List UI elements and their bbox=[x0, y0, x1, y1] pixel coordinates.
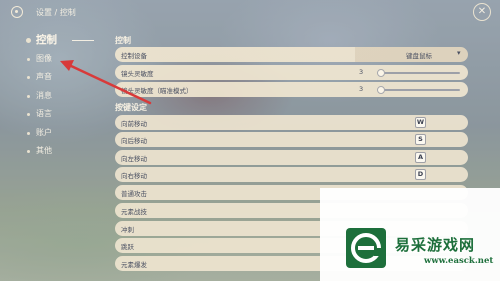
bullet-icon bbox=[26, 38, 31, 43]
camera-sensitivity-slider[interactable] bbox=[377, 69, 460, 77]
bullet-icon bbox=[27, 57, 30, 61]
sidebar-item-account[interactable]: 账户 bbox=[24, 124, 114, 143]
keybind-key[interactable]: D bbox=[415, 169, 426, 180]
camera-sensitivity-aim-row: 镜头灵敏度（瞄准模式） 3 bbox=[115, 82, 468, 97]
bullet-icon bbox=[27, 113, 30, 116]
camera-sensitivity-value: 3 bbox=[359, 68, 364, 76]
keybind-row[interactable]: 向前移动 W bbox=[115, 115, 468, 130]
watermark-name: 易采游戏网 bbox=[395, 236, 476, 254]
slider-knob[interactable] bbox=[377, 69, 385, 77]
breadcrumb: 设置 / 控制 bbox=[36, 8, 76, 17]
keybind-row[interactable]: 向左移动 A bbox=[115, 150, 468, 165]
camera-sensitivity-aim-label: 镜头灵敏度（瞄准模式） bbox=[121, 87, 193, 95]
keybind-label: 冲刺 bbox=[121, 226, 134, 234]
keybind-key[interactable]: A bbox=[415, 152, 426, 163]
bullet-icon bbox=[27, 76, 30, 79]
sidebar-item-label: 声音 bbox=[36, 72, 52, 81]
sidebar-item-graphics[interactable]: 图像 bbox=[24, 50, 114, 69]
section-title-keybindings: 按键设定 bbox=[115, 103, 147, 112]
sidebar-item-label: 账户 bbox=[36, 127, 52, 137]
keybind-key[interactable]: W bbox=[415, 117, 426, 128]
keybind-label: 元素战技 bbox=[121, 208, 147, 216]
slider-knob[interactable] bbox=[377, 86, 385, 94]
camera-sensitivity-aim-slider[interactable] bbox=[377, 86, 460, 94]
settings-icon bbox=[11, 6, 23, 18]
bullet-icon bbox=[27, 150, 30, 153]
keybind-label: 向后移动 bbox=[121, 137, 147, 145]
keybind-label: 向左移动 bbox=[121, 155, 147, 163]
sidebar-item-label: 消息 bbox=[36, 90, 52, 100]
site-logo-icon bbox=[346, 228, 386, 268]
section-title-control: 控制 bbox=[115, 36, 131, 45]
keybind-label: 普通攻击 bbox=[121, 190, 147, 198]
dropdown-arrow-icon[interactable]: ▾ bbox=[457, 49, 461, 57]
sidebar-item-language[interactable]: 语言 bbox=[24, 105, 114, 124]
keybind-label: 跳跃 bbox=[121, 243, 134, 251]
keybind-key[interactable]: S bbox=[415, 134, 426, 145]
sidebar-item-label: 图像 bbox=[36, 53, 52, 63]
close-button[interactable]: ✕ bbox=[473, 3, 491, 21]
sidebar-item-label: 其他 bbox=[36, 146, 52, 155]
sidebar-item-audio[interactable]: 声音 bbox=[24, 68, 114, 87]
bullet-icon bbox=[27, 94, 30, 98]
watermark: 易采游戏网 www.easck.net bbox=[320, 188, 500, 281]
sidebar-item-other[interactable]: 其他 bbox=[24, 142, 114, 161]
keybind-label: 向右移动 bbox=[121, 172, 147, 180]
keybind-label: 向前移动 bbox=[121, 120, 147, 128]
sidebar-item-label: 控制 bbox=[36, 34, 57, 46]
control-device-label: 控制设备 bbox=[121, 52, 147, 60]
keybind-row[interactable]: 向右移动 D bbox=[115, 167, 468, 182]
watermark-url: www.easck.net bbox=[424, 256, 494, 266]
keybind-row[interactable]: 向后移动 S bbox=[115, 132, 468, 147]
keybind-label: 元素爆发 bbox=[121, 261, 147, 269]
sidebar-item-messages[interactable]: 消息 bbox=[24, 87, 114, 106]
camera-sensitivity-aim-value: 3 bbox=[359, 85, 364, 93]
top-bar: 设置 / 控制 ✕ bbox=[0, 0, 500, 26]
control-device-row[interactable]: 控制设备 键盘鼠标 ▾ bbox=[115, 47, 468, 62]
camera-sensitivity-row: 镜头灵敏度 3 bbox=[115, 65, 468, 80]
sidebar-item-control[interactable]: 控制 bbox=[24, 31, 114, 50]
settings-sidebar: 控制 图像 声音 消息 语言 账户 其他 bbox=[24, 31, 114, 161]
control-device-select[interactable]: 键盘鼠标 bbox=[406, 50, 432, 60]
bullet-icon bbox=[27, 131, 30, 135]
camera-sensitivity-label: 镜头灵敏度 bbox=[121, 70, 154, 78]
sidebar-item-label: 语言 bbox=[36, 109, 52, 118]
